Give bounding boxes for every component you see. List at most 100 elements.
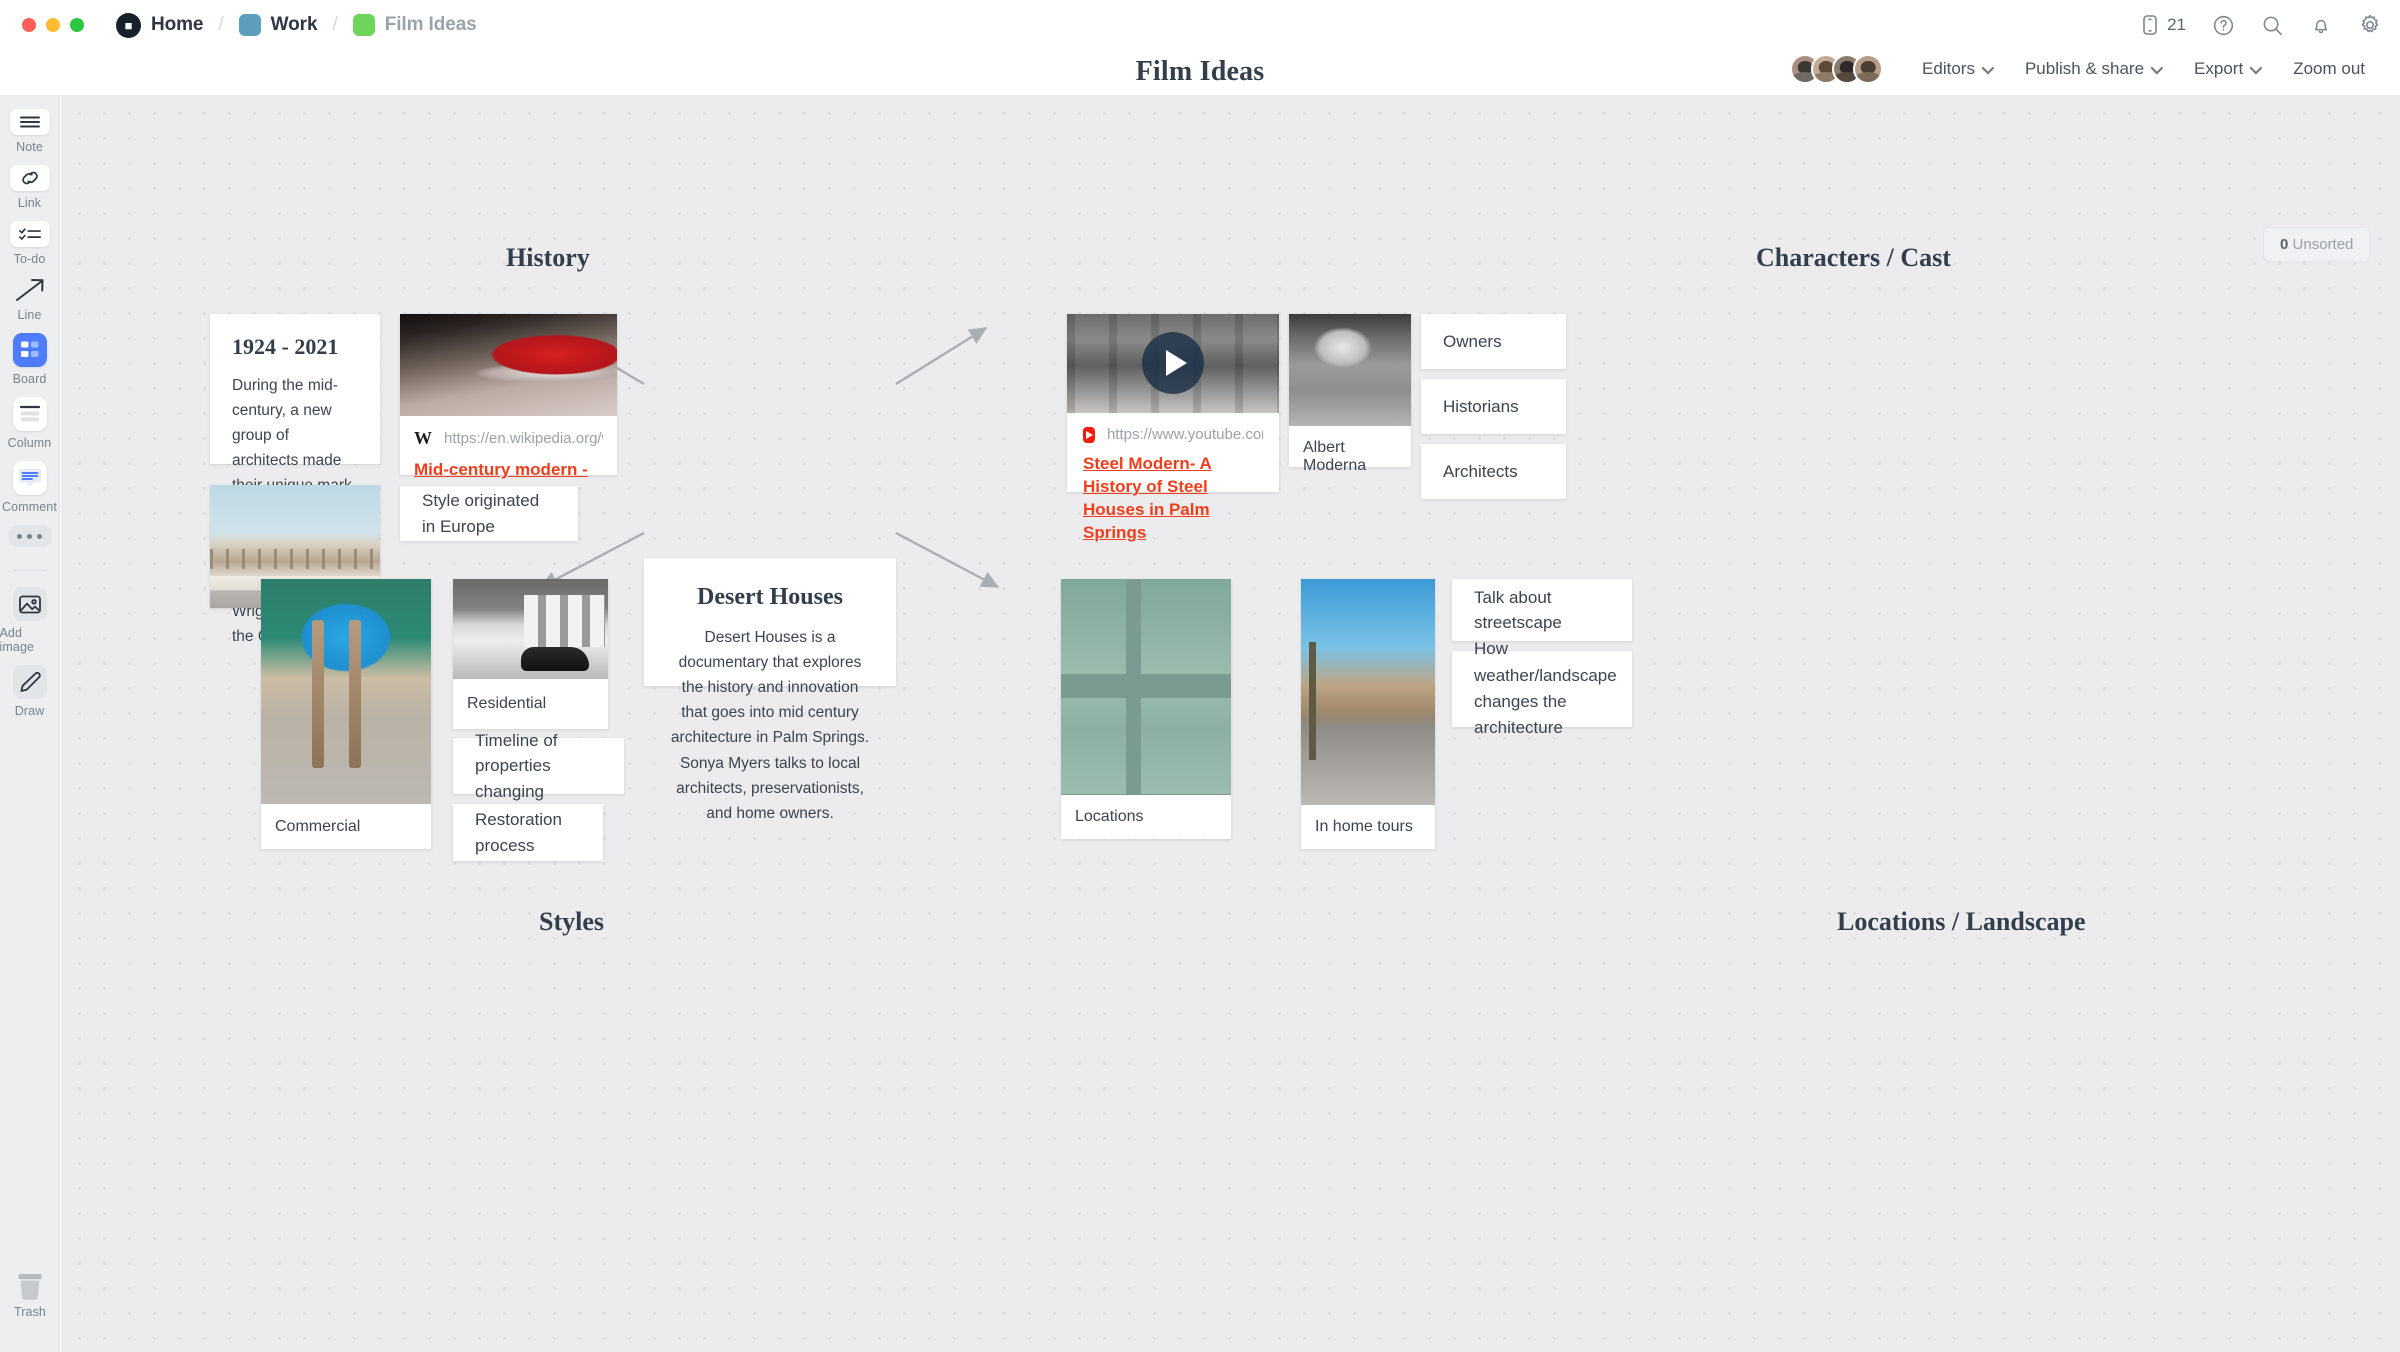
todo-icon (9, 221, 50, 247)
window-controls[interactable] (22, 18, 84, 32)
history-note-card[interactable]: 1924 - 2021 During the mid-century, a ne… (210, 314, 380, 645)
tool-sidebar: Note Link To-do Line Board Column Commen… (0, 95, 60, 1352)
styles-commercial-image (261, 579, 431, 804)
sidebar-item-line[interactable]: Line (0, 277, 60, 322)
locations-street-card[interactable]: In home tours (1301, 579, 1435, 849)
albert-moderna-portrait (1289, 314, 1411, 426)
sidebar-item-add-image[interactable]: Add image (0, 587, 60, 654)
sidebar-item-label: Draw (14, 704, 45, 718)
sidebar-item-draw[interactable]: Draw (0, 665, 60, 718)
sidebar-item-note[interactable]: Note (0, 109, 60, 154)
editors-label: Editors (1922, 59, 1975, 78)
sidebar-item-comment[interactable]: Comment (0, 461, 60, 514)
locations-aerial-image (1061, 579, 1231, 795)
mobile-icon (2140, 13, 2160, 37)
styles-note-restoration[interactable]: Restoration process (453, 804, 603, 861)
history-link-card[interactable]: W https://en.wikipedia.org/wiki/Mid-cent… (400, 314, 617, 502)
locations-note-weather[interactable]: How weather/landscape changes the archit… (1452, 639, 1632, 737)
center-card-title: Desert Houses (697, 584, 843, 610)
board-icon (12, 333, 47, 367)
locations-aerial-card[interactable]: Locations (1061, 579, 1231, 839)
characters-note-owners[interactable]: Owners (1421, 314, 1566, 369)
breadcrumb-item-work[interactable]: Work (238, 14, 318, 36)
play-icon[interactable] (1142, 332, 1204, 394)
locations-note-label: Talk about streetscape (1474, 587, 1562, 633)
breadcrumb-item-film-ideas[interactable]: Film Ideas (352, 14, 477, 36)
sidebar-item-todo[interactable]: To-do (0, 221, 60, 266)
locations-note-streetscape[interactable]: Talk about streetscape (1452, 579, 1632, 641)
unsorted-count: 0 (2280, 236, 2289, 253)
characters-video-thumbnail[interactable] (1067, 314, 1279, 413)
close-window-button[interactable] (22, 18, 36, 32)
trash-icon (10, 1274, 50, 1300)
locations-street-caption: In home tours (1315, 818, 1413, 835)
styles-note-label: Timeline of properties changing (475, 730, 558, 801)
publish-share-button[interactable]: Publish & share (2008, 59, 2177, 79)
commercial-building-photo (261, 579, 431, 804)
styles-residential-card[interactable]: Residential (453, 579, 608, 729)
topbar-actions: 21 (2140, 0, 2382, 50)
export-button[interactable]: Export (2177, 59, 2276, 79)
sidebar-item-link[interactable]: Link (0, 165, 60, 210)
more-dots-icon (7, 525, 52, 547)
styles-commercial-card[interactable]: Commercial (261, 579, 431, 849)
characters-person-card[interactable]: Albert Moderna (1289, 314, 1411, 474)
history-link-thumbnail (400, 314, 617, 416)
characters-note-label: Architects (1443, 461, 1518, 481)
sidebar-item-label: Comment (2, 500, 57, 514)
sidebar-item-label: Note (16, 140, 43, 154)
maximize-window-button[interactable] (70, 18, 84, 32)
breadcrumb-label: Film Ideas (384, 14, 477, 35)
characters-video-card[interactable]: https://www.youtube.com/watch?v=0NxJ0gYr… (1067, 314, 1279, 542)
sidebar-item-column[interactable]: Column (0, 397, 60, 450)
zoom-out-button[interactable]: Zoom out (2276, 59, 2382, 79)
mobile-count: 21 (2167, 15, 2186, 34)
editors-button[interactable]: Editors (1905, 59, 2008, 79)
history-link-meta: W https://en.wikipedia.org/wiki/Mid-cent… (414, 428, 603, 449)
styles-note-timeline[interactable]: Timeline of properties changing (453, 731, 624, 801)
sidebar-item-label: Line (17, 308, 42, 322)
locations-street-image (1301, 579, 1435, 805)
mobile-counter[interactable]: 21 (2140, 13, 2186, 37)
wikipedia-icon: W (414, 428, 432, 448)
avatar[interactable] (1853, 54, 1884, 84)
note-icon (9, 109, 50, 135)
sidebar-item-board[interactable]: Board (0, 333, 60, 386)
characters-note-architects[interactable]: Architects (1421, 444, 1566, 499)
link-icon (9, 165, 50, 191)
section-title-locations: Locations / Landscape (1837, 907, 2086, 936)
minimize-window-button[interactable] (46, 18, 60, 32)
notifications-icon[interactable] (2310, 14, 2332, 37)
sidebar-item-trash[interactable]: Trash (0, 1274, 60, 1319)
sidebar-item-label: Link (17, 196, 42, 210)
breadcrumb-label: Home (151, 14, 204, 35)
sidebar-item-more[interactable] (0, 525, 60, 547)
board-canvas[interactable]: 0 Unsorted History Characters / Cast Sty… (61, 95, 2400, 1352)
locations-aerial-caption: Locations (1075, 808, 1144, 825)
history-note-style-card[interactable]: Style originated in Europe (400, 486, 578, 541)
chevron-down-icon (2150, 61, 2164, 74)
unsorted-badge[interactable]: 0 Unsorted (2263, 227, 2371, 262)
sidebar-item-label: Add image (0, 626, 35, 654)
center-board-card[interactable]: Desert Houses Desert Houses is a documen… (644, 558, 896, 822)
styles-note-label: Restoration process (475, 810, 562, 855)
section-title-styles: Styles (539, 907, 604, 936)
comment-icon (12, 461, 47, 495)
document-header: Film Ideas Editors Publish & share Expor… (0, 50, 2400, 95)
characters-video-url: https://www.youtube.com/watch?v=0NxJ0gYr (1106, 426, 1263, 443)
green-square-icon (352, 14, 375, 36)
breadcrumb-separator: / (218, 14, 224, 35)
locations-note-label: How weather/landscape changes the archit… (1474, 639, 1617, 738)
breadcrumb-item-home[interactable]: ■ Home (116, 12, 204, 38)
blue-square-icon (238, 14, 261, 36)
styles-residential-caption: Residential (467, 695, 547, 712)
characters-note-historians[interactable]: Historians (1421, 379, 1566, 434)
export-label: Export (2194, 59, 2244, 78)
settings-icon[interactable] (2358, 13, 2382, 37)
characters-video-title[interactable]: Steel Modern- A History of Steel Houses … (1083, 453, 1263, 545)
editor-avatars[interactable] (1790, 54, 1884, 84)
history-note-title: 1924 - 2021 (232, 334, 339, 359)
search-icon[interactable] (2261, 14, 2284, 37)
help-icon[interactable] (2212, 14, 2235, 37)
red-chair-photo (400, 314, 617, 416)
